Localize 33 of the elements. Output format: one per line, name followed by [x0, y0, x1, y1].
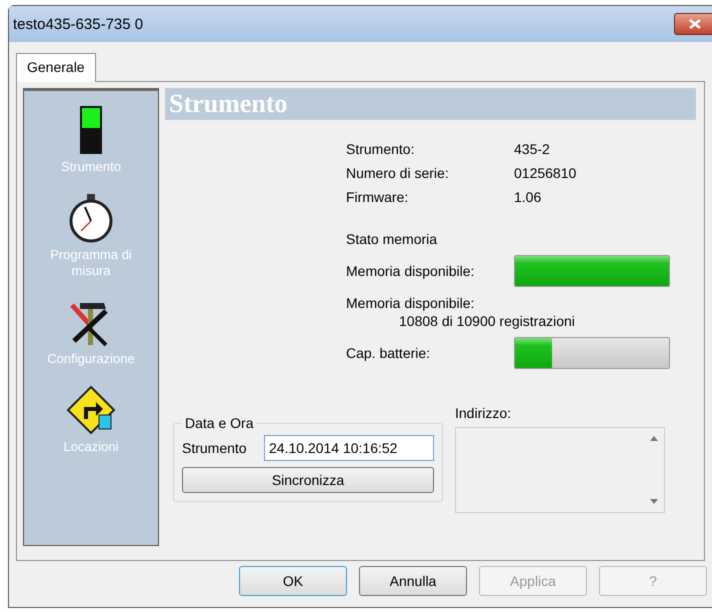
sidebar-item[interactable]: Strumento: [31, 159, 151, 175]
progress-label: Cap. batterie:: [346, 345, 432, 361]
memory-label: Memoria disponibile:: [346, 295, 476, 311]
sidebar-item[interactable]: Programma di misura: [31, 247, 151, 279]
scroll-up-icon[interactable]: [650, 436, 658, 441]
info-value: 435-2: [514, 141, 551, 157]
device-icon: [79, 105, 103, 155]
close-button[interactable]: [674, 13, 712, 35]
progress-label: Memoria disponibile:: [346, 263, 476, 279]
dialog-button[interactable]: OK: [239, 566, 347, 596]
info-label: Strumento:: [346, 141, 416, 157]
stopwatch-icon: [67, 193, 115, 243]
info-value: 1.06: [514, 189, 542, 205]
address-label: Indirizzo:: [455, 405, 512, 421]
sidebar-item[interactable]: Configurazione: [31, 351, 151, 367]
address-field[interactable]: [455, 427, 665, 513]
close-icon: [689, 19, 701, 29]
group-title: Data e Ora: [184, 415, 254, 431]
info-value: 01256810: [514, 165, 578, 181]
section-title: Strumento: [169, 89, 288, 119]
sync-button[interactable]: Sincronizza: [182, 467, 434, 493]
road-sign-icon: [66, 385, 116, 435]
scroll-down-icon[interactable]: [650, 499, 658, 504]
dialog-button[interactable]: Annulla: [359, 566, 467, 596]
memory-heading: Stato memoria: [346, 231, 438, 247]
field-label: Strumento: [182, 440, 247, 456]
sidebar-item[interactable]: Locazioni: [31, 439, 151, 455]
date-field[interactable]: 24.10.2014 10:16:52: [264, 435, 434, 461]
window-title: testo435-635-735 0: [13, 16, 144, 32]
memory-count: 10808 di 10900 registrazioni: [398, 313, 576, 329]
info-label: Numero di serie:: [346, 165, 450, 181]
info-label: Firmware:: [346, 189, 410, 205]
tab[interactable]: Generale: [16, 53, 96, 82]
